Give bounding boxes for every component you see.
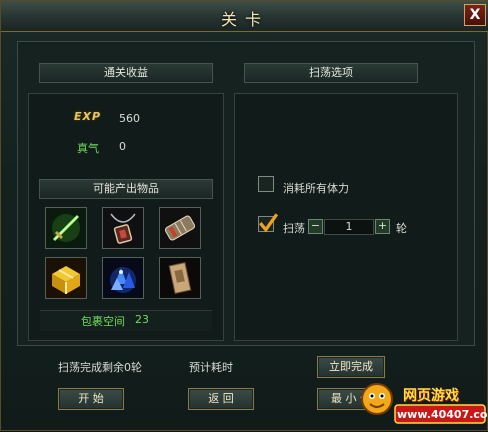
item-slot-amulet[interactable]	[102, 207, 144, 249]
sweep-label: 扫荡	[283, 222, 305, 235]
amulet-necklace-icon	[103, 208, 143, 248]
zhenqi-value: 0	[119, 140, 126, 153]
zhenqi-label: 真气	[77, 142, 99, 155]
stage-dialog: 关卡 X 通关收益 扫荡选项 EXP 560 真气 0 可能产出物品 包裹空间 …	[0, 0, 488, 431]
bag-space-bar	[40, 310, 212, 331]
golden-gift-box-icon	[46, 258, 86, 298]
sweep-count-input[interactable]: 1	[324, 219, 374, 235]
bag-space-label: 包裹空间	[81, 315, 125, 328]
consume-all-checkbox[interactable]	[258, 176, 274, 192]
bag-space-value: 23	[135, 313, 149, 326]
scroll-talisman-icon	[160, 258, 200, 298]
watermark-brand: 网页游戏	[403, 388, 459, 404]
item-slot-gift-box[interactable]	[45, 257, 87, 299]
item-slot-bracer[interactable]	[159, 207, 201, 249]
back-button[interactable]: 返 回	[188, 388, 254, 410]
sweep-options-header: 扫荡选项	[244, 63, 418, 83]
decrease-button[interactable]: −	[308, 219, 323, 234]
rounds-label: 轮	[396, 222, 407, 235]
site-watermark: 网页游戏 www.40407.com	[359, 377, 488, 429]
start-button[interactable]: 开 始	[58, 388, 124, 410]
remaining-rounds-text: 扫荡完成剩余0轮	[58, 361, 142, 374]
dialog-title: 关卡	[220, 10, 269, 29]
close-button[interactable]: X	[464, 4, 486, 26]
increase-button[interactable]: +	[375, 219, 390, 234]
green-sword-icon	[46, 208, 86, 248]
estimated-time-label: 预计耗时	[189, 361, 233, 374]
exp-label: EXP	[74, 110, 102, 123]
blue-crystal-icon	[103, 258, 143, 298]
item-slot-green-sword[interactable]	[45, 207, 87, 249]
consume-all-label: 消耗所有体力	[283, 182, 349, 195]
possible-items-header: 可能产出物品	[39, 179, 213, 199]
finish-now-button[interactable]: 立即完成	[317, 356, 385, 378]
sweep-checkbox[interactable]	[258, 213, 279, 233]
exp-value: 560	[119, 112, 140, 125]
title-bar[interactable]: 关卡 X	[1, 1, 488, 32]
checkmark-icon	[259, 213, 279, 233]
item-slot-scroll[interactable]	[159, 257, 201, 299]
watermark-site: www.40407.com	[397, 408, 488, 421]
bracer-armor-icon	[160, 208, 200, 248]
rewards-header: 通关收益	[39, 63, 213, 83]
item-slot-crystal[interactable]	[102, 257, 144, 299]
